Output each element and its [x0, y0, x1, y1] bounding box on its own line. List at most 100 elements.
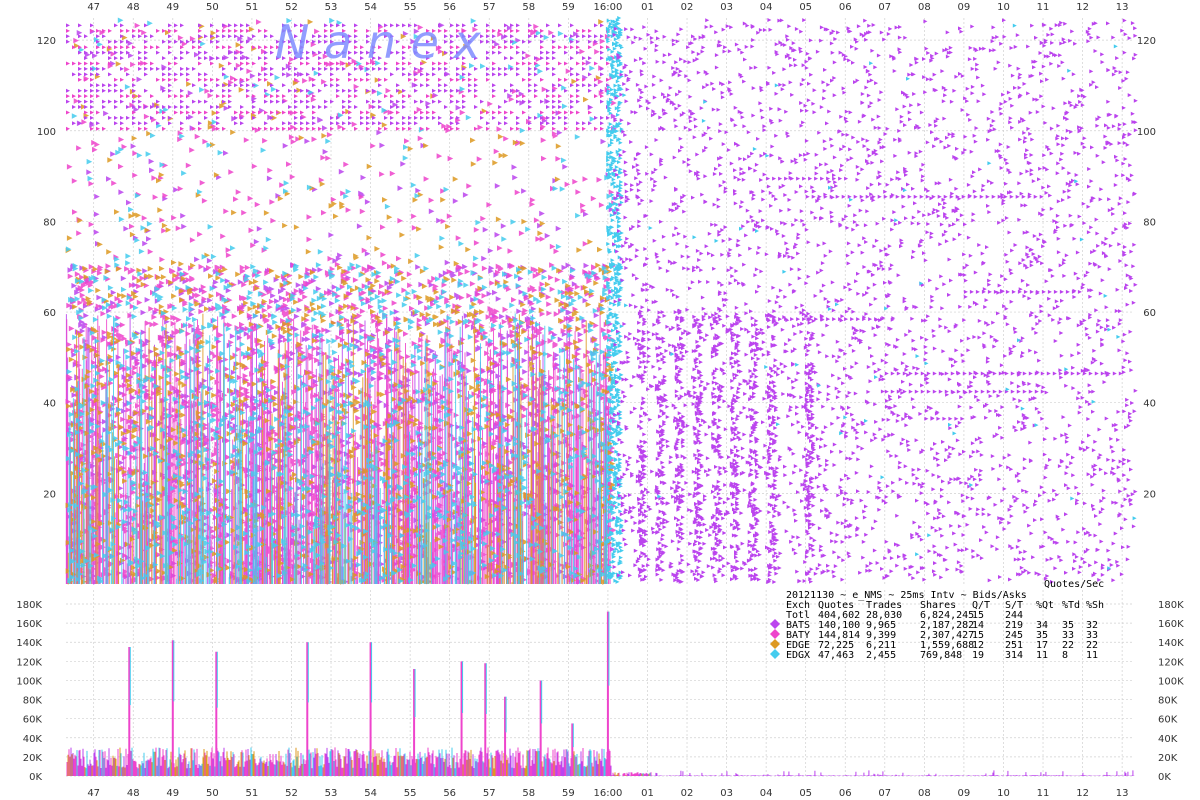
- y2-tick-label-left: 180K: [16, 600, 42, 611]
- y-tick-label-left: 20: [43, 489, 56, 500]
- y2-tick-label-left: 120K: [16, 657, 42, 668]
- stats-cell: EDGX: [786, 650, 810, 661]
- y-tick-label-right: 100: [1137, 127, 1156, 138]
- watermark-text: N a n e x: [275, 15, 482, 69]
- x-tick-label-top: 53: [325, 2, 338, 13]
- y-tick-label-left: 40: [43, 399, 56, 410]
- x-tick-label-top: 50: [206, 2, 219, 13]
- x-tick-label-bottom: 56: [443, 788, 456, 799]
- y-tick-label-left: 120: [37, 36, 56, 47]
- x-tick-label-top: 11: [1037, 2, 1050, 13]
- x-tick-label-top: 09: [958, 2, 971, 13]
- stats-column-header: %Qt: [1036, 600, 1054, 611]
- x-tick-label-top: 55: [404, 2, 417, 13]
- y-tick-label-left: 80: [43, 217, 56, 228]
- x-tick-label-top: 57: [483, 2, 496, 13]
- x-tick-label-top: 06: [839, 2, 852, 13]
- y-tick-label-left: 100: [37, 127, 56, 138]
- y2-tick-label-left: 60K: [23, 715, 43, 726]
- x-tick-label-top: 10: [997, 2, 1010, 13]
- y-tick-label-right: 40: [1143, 399, 1156, 410]
- y2-tick-label-right: 40K: [1158, 734, 1178, 745]
- x-tick-label-bottom: 01: [641, 788, 654, 799]
- x-tick-label-top: 08: [918, 2, 931, 13]
- x-tick-label-bottom: 06: [839, 788, 852, 799]
- x-tick-label-top: 16:00: [593, 2, 622, 13]
- x-tick-label-bottom: 13: [1116, 788, 1129, 799]
- y2-tick-label-left: 80K: [23, 696, 43, 707]
- x-tick-label-bottom: 51: [246, 788, 259, 799]
- x-tick-label-top: 58: [522, 2, 535, 13]
- x-tick-label-bottom: 03: [720, 788, 733, 799]
- stats-cell: 11: [1086, 650, 1098, 661]
- y2-tick-label-right: 0K: [1158, 772, 1171, 783]
- x-tick-label-top: 52: [285, 2, 298, 13]
- x-tick-label-bottom: 49: [166, 788, 179, 799]
- x-tick-label-bottom: 05: [799, 788, 812, 799]
- y2-tick-label-left: 20K: [23, 753, 43, 764]
- x-tick-label-bottom: 12: [1076, 788, 1089, 799]
- y2-tick-label-right: 140K: [1158, 638, 1184, 649]
- y2-tick-label-left: 160K: [16, 619, 42, 630]
- x-tick-label-bottom: 50: [206, 788, 219, 799]
- y2-tick-label-left: 100K: [16, 676, 42, 687]
- stats-cell: 19: [972, 650, 984, 661]
- y-tick-label-right: 20: [1143, 489, 1156, 500]
- x-tick-label-top: 04: [760, 2, 773, 13]
- x-tick-label-bottom: 11: [1037, 788, 1050, 799]
- x-tick-label-top: 48: [127, 2, 140, 13]
- x-tick-label-bottom: 52: [285, 788, 298, 799]
- x-tick-label-top: 13: [1116, 2, 1129, 13]
- x-tick-label-bottom: 58: [522, 788, 535, 799]
- x-tick-label-bottom: 55: [404, 788, 417, 799]
- x-tick-label-bottom: 48: [127, 788, 140, 799]
- x-tick-label-top: 47: [87, 2, 100, 13]
- y2-tick-label-right: 120K: [1158, 657, 1184, 668]
- x-tick-label-bottom: 09: [958, 788, 971, 799]
- stats-cell: 2,455: [866, 650, 896, 661]
- stats-cell: 769,848: [920, 650, 962, 661]
- x-tick-label-bottom: 07: [878, 788, 891, 799]
- stats-column-header: %Sh: [1086, 600, 1104, 611]
- x-tick-label-top: 05: [799, 2, 812, 13]
- y2-tick-label-left: 40K: [23, 734, 43, 745]
- stats-cell: 11: [1036, 650, 1048, 661]
- y2-tick-label-right: 80K: [1158, 696, 1178, 707]
- watermark: N a n e x: [275, 15, 482, 69]
- y2-tick-label-right: 20K: [1158, 753, 1178, 764]
- stats-column-header: %Td: [1062, 600, 1080, 611]
- x-tick-label-top: 02: [681, 2, 694, 13]
- x-tick-label-top: 54: [364, 2, 377, 13]
- x-tick-label-bottom: 53: [325, 788, 338, 799]
- x-tick-label-bottom: 54: [364, 788, 377, 799]
- y2-tick-label-right: 160K: [1158, 619, 1184, 630]
- y2-tick-label-right: 180K: [1158, 600, 1184, 611]
- x-tick-label-top: 59: [562, 2, 575, 13]
- y-tick-label-right: 60: [1143, 308, 1156, 319]
- stats-cell: 47,463: [818, 650, 854, 661]
- stats-cell: 314: [1005, 650, 1023, 661]
- chart-canvas: 47 47 48 48 49 49 50 50 51 51 52 52 53 53 54 54 55 55 56 56…: [16, 2, 1184, 799]
- y2-tick-label-right: 60K: [1158, 715, 1178, 726]
- x-tick-label-bottom: 16:00: [593, 788, 622, 799]
- x-tick-label-top: 56: [443, 2, 456, 13]
- x-tick-label-bottom: 02: [681, 788, 694, 799]
- x-tick-label-bottom: 04: [760, 788, 773, 799]
- y2-tick-label-right: 100K: [1158, 676, 1184, 687]
- x-tick-label-bottom: 59: [562, 788, 575, 799]
- y-tick-label-right: 80: [1143, 217, 1156, 228]
- stats-cell: 8: [1062, 650, 1068, 661]
- x-tick-label-bottom: 10: [997, 788, 1010, 799]
- x-tick-label-top: 03: [720, 2, 733, 13]
- x-tick-label-bottom: 08: [918, 788, 931, 799]
- y-tick-label-right: 120: [1137, 36, 1156, 47]
- x-tick-label-top: 01: [641, 2, 654, 13]
- x-tick-label-top: 49: [166, 2, 179, 13]
- y2-tick-label-left: 0K: [29, 772, 42, 783]
- x-tick-label-top: 12: [1076, 2, 1089, 13]
- x-tick-label-top: 07: [878, 2, 891, 13]
- y2-tick-label-left: 140K: [16, 638, 42, 649]
- chart-title: Quotes/Sec: [1044, 579, 1104, 590]
- y-tick-label-left: 60: [43, 308, 56, 319]
- x-tick-label-bottom: 57: [483, 788, 496, 799]
